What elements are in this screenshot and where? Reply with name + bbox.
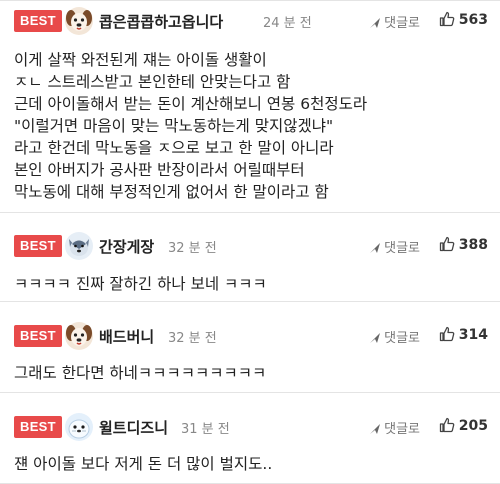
best-badge: BEST — [14, 10, 62, 32]
reply-arrow-icon — [370, 424, 381, 434]
nickname[interactable]: 간장게장 — [99, 236, 154, 257]
thumbs-up-icon — [439, 417, 455, 433]
comment-text: 이게 살짝 와전된게 쟤는 아이돌 생활이 ㅈㄴ 스트레스받고 본인한테 안맞는… — [14, 51, 368, 201]
thumbs-up-icon — [439, 11, 455, 27]
like-count: 314 — [458, 327, 488, 343]
nickname[interactable]: 배드버니 — [99, 326, 154, 347]
nickname[interactable]: 콥은콥콥하고옵니다 — [99, 11, 223, 32]
reply-label: 댓글로 — [384, 331, 420, 346]
reply-label: 댓글로 — [384, 241, 420, 256]
like-count: 205 — [458, 418, 488, 434]
best-badge: BEST — [14, 325, 62, 347]
timestamp: 24 분 전 — [263, 16, 312, 31]
reply-arrow-icon — [370, 243, 381, 253]
comment-header: BEST 윌트디즈니 31 분 전 댓글로 205 — [0, 408, 500, 446]
comment-item: BEST 콥은콥콥하고옵니다 24 분 전 댓글로 563 이게 살짝 와전된게… — [0, 0, 500, 213]
timestamp: 32 분 전 — [168, 331, 217, 346]
comment-item: BEST 윌트디즈니 31 분 전 댓글로 205 쟨 아이돌 보다 저게 돈 … — [0, 393, 500, 484]
comment-header: BEST 간장게장 32 분 전 댓글로 388 — [0, 227, 500, 265]
reply-button[interactable]: 댓글로 — [369, 418, 420, 437]
reply-button[interactable]: 댓글로 — [369, 327, 420, 346]
reply-arrow-icon — [370, 18, 381, 28]
reply-label: 댓글로 — [384, 16, 420, 31]
best-badge: BEST — [14, 416, 62, 438]
dog-avatar-icon[interactable] — [64, 321, 94, 351]
like-button[interactable]: 314 — [439, 326, 488, 343]
timestamp: 32 분 전 — [168, 241, 217, 256]
like-button[interactable]: 563 — [439, 11, 488, 28]
thumbs-up-icon — [439, 236, 455, 252]
comment-item: BEST 간장게장 32 분 전 댓글로 388 ㅋㅋㅋㅋ 진짜 잘하긴 하나 … — [0, 213, 500, 302]
wolf-avatar-icon[interactable] — [64, 231, 94, 261]
comment-header: BEST 배드버니 32 분 전 댓글로 314 — [0, 317, 500, 355]
dog-avatar-icon[interactable] — [64, 6, 94, 36]
nickname[interactable]: 윌트디즈니 — [99, 417, 168, 438]
like-count: 388 — [458, 237, 488, 253]
like-button[interactable]: 205 — [439, 417, 488, 434]
like-count: 563 — [458, 12, 488, 28]
reply-button[interactable]: 댓글로 — [369, 12, 420, 31]
comment-header: BEST 콥은콥콥하고옵니다 24 분 전 댓글로 563 — [0, 2, 500, 40]
best-badge: BEST — [14, 235, 62, 257]
like-button[interactable]: 388 — [439, 236, 488, 253]
comment-item: BEST 배드버니 32 분 전 댓글로 314 그래도 한다면 하네ㅋㅋㅋㅋㅋ… — [0, 302, 500, 393]
reply-label: 댓글로 — [384, 422, 420, 437]
timestamp: 31 분 전 — [181, 422, 230, 437]
thumbs-up-icon — [439, 326, 455, 342]
reply-button[interactable]: 댓글로 — [369, 237, 420, 256]
reply-arrow-icon — [370, 333, 381, 343]
seal-avatar-icon[interactable] — [64, 412, 94, 442]
